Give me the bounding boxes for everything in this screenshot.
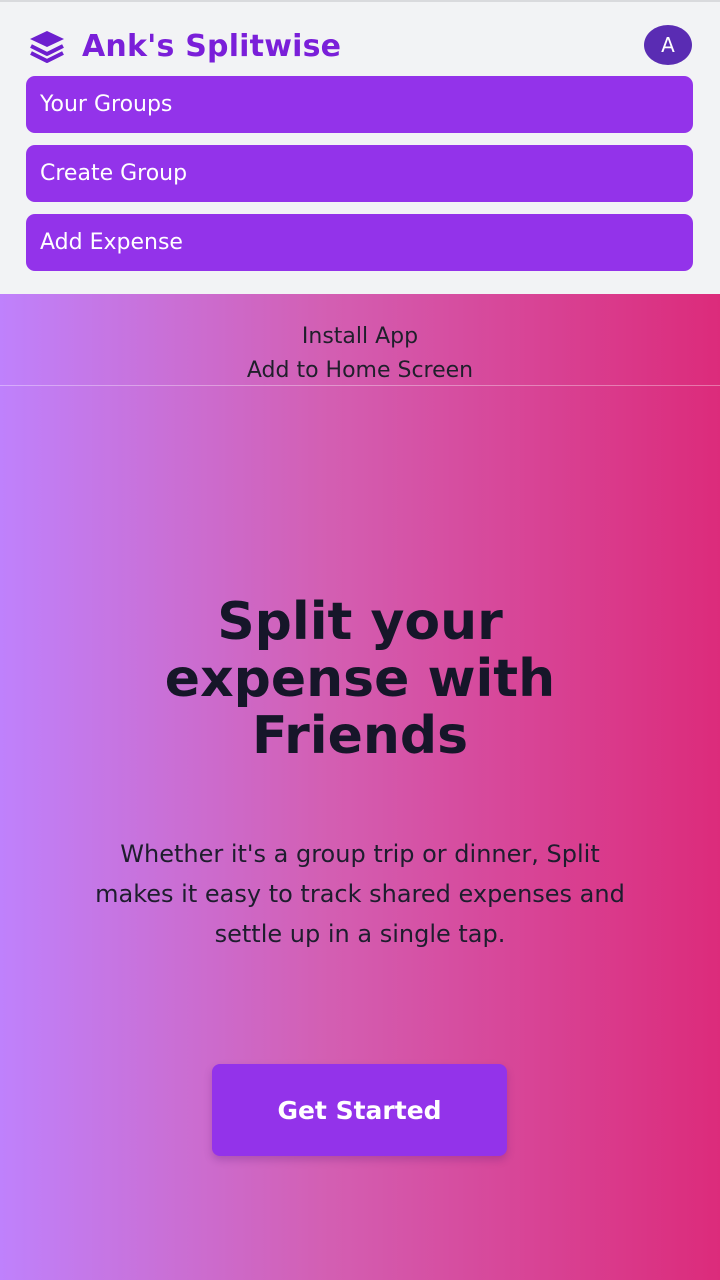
install-app-subtitle: Add to Home Screen bbox=[246, 358, 474, 383]
hero-section: Install App Add to Home Screen Split you… bbox=[0, 294, 720, 1280]
brand[interactable]: Ank's Splitwise bbox=[28, 26, 341, 66]
top-divider bbox=[0, 0, 720, 2]
get-started-button[interactable]: Get Started bbox=[212, 1064, 507, 1156]
install-app-title[interactable]: Install App bbox=[0, 320, 720, 354]
app-page: Ank's Splitwise A Your Groups Create Gro… bbox=[0, 0, 720, 1280]
hero-title-line: Friends bbox=[251, 706, 469, 766]
install-banner: Install App Add to Home Screen bbox=[0, 294, 720, 386]
avatar[interactable]: A bbox=[644, 25, 692, 65]
hero-title-line: expense with bbox=[164, 649, 556, 709]
nav-your-groups[interactable]: Your Groups bbox=[26, 76, 693, 133]
brand-title: Ank's Splitwise bbox=[82, 28, 342, 64]
hero-title-line: Split your bbox=[217, 592, 503, 652]
hero-description: Whether it's a group trip or dinner, Spl… bbox=[95, 840, 625, 948]
hero-title: Split your expense with Friends bbox=[60, 594, 660, 765]
nav-create-group[interactable]: Create Group bbox=[26, 145, 693, 202]
layers-icon bbox=[28, 27, 66, 65]
header: Ank's Splitwise A Your Groups Create Gro… bbox=[0, 0, 720, 294]
nav-add-expense[interactable]: Add Expense bbox=[26, 214, 693, 271]
